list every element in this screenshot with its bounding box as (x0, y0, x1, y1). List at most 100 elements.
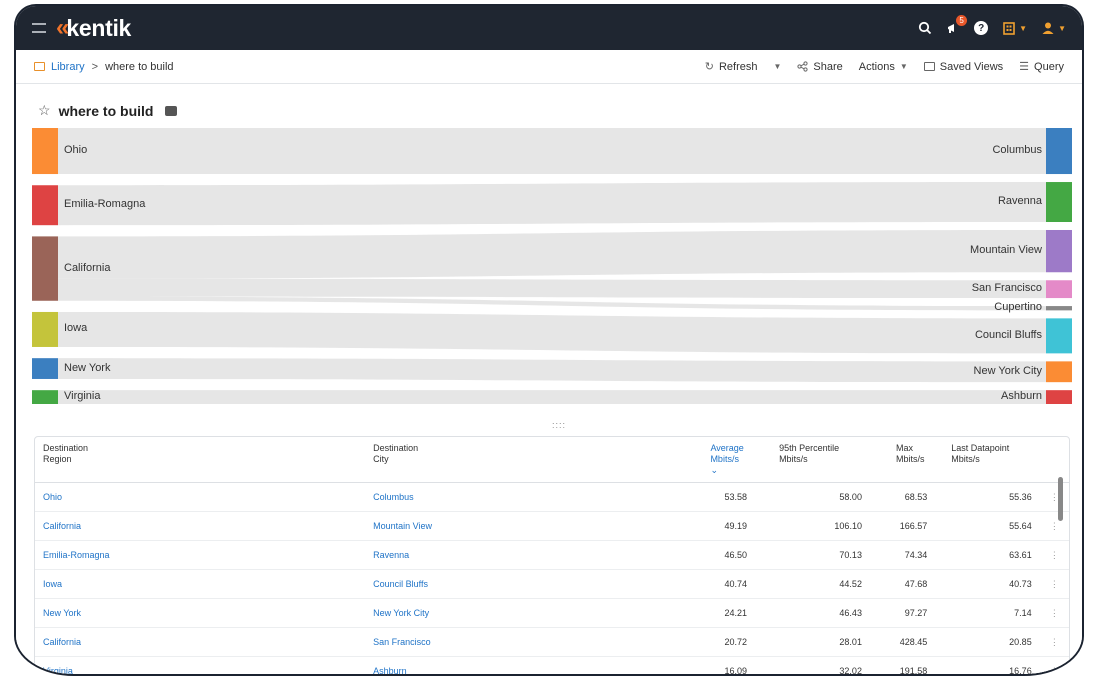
cell-average: 53.58 (678, 482, 756, 512)
comment-icon[interactable] (165, 105, 178, 116)
sankey-node[interactable] (32, 311, 58, 347)
cell-destination-region[interactable]: Ohio (35, 482, 366, 512)
header-title: Last Datapoint (951, 443, 1010, 453)
table-row[interactable]: New York New York City 24.21 46.43 97.27 7.14… (35, 598, 1069, 628)
table-scrollbar[interactable] (1058, 477, 1063, 521)
refresh-interval-dropdown[interactable]: ▼ (773, 62, 781, 71)
cell-95th-percentile: 70.13 (755, 540, 870, 570)
table-row[interactable]: Iowa Council Bluffs 40.74 44.52 47.68 40.73 ⋮ (35, 569, 1069, 599)
sankey-node[interactable] (1046, 182, 1072, 222)
sankey-node[interactable] (32, 185, 58, 226)
header-sub: Mbits/s ⌄ (710, 454, 747, 476)
cell-destination-region[interactable]: New York (35, 598, 366, 628)
sankey-node-label: Ashburn (1001, 390, 1042, 403)
share-button[interactable]: Share (797, 60, 843, 73)
sankey-node-label: Mountain View (970, 244, 1042, 257)
cell-destination-region[interactable]: Emilia-Romagna (35, 540, 366, 570)
resize-handle-icon[interactable]: :::: (552, 420, 566, 430)
row-menu-icon[interactable]: ⋮ (1039, 540, 1069, 570)
sankey-node[interactable] (1046, 128, 1072, 175)
sankey-node[interactable] (1046, 306, 1072, 311)
header-max[interactable]: Max Mbits/s (869, 437, 936, 483)
user-menu[interactable]: ▼ (1041, 21, 1066, 35)
cell-destination-region[interactable]: Virginia (35, 656, 366, 674)
row-menu-icon[interactable]: ⋮ (1039, 511, 1069, 541)
cell-destination-city[interactable]: Mountain View (365, 511, 679, 541)
cell-max: 74.34 (869, 540, 936, 570)
sankey-node[interactable] (32, 358, 58, 379)
search-icon[interactable] (918, 21, 932, 35)
header-spacer (1039, 437, 1069, 483)
sankey-link[interactable] (58, 358, 1046, 383)
org-switcher[interactable]: ▼ (1002, 21, 1027, 35)
table-row[interactable]: Virginia Ashburn 16.09 32.02 191.58 16.76 ⋮ (35, 656, 1069, 674)
table-body: Ohio Columbus 53.58 58.00 68.53 55.36 ⋮ Califor… (35, 482, 1069, 674)
sankey-node-label: Cupertino (994, 301, 1042, 314)
sankey-link[interactable] (58, 128, 1046, 175)
sankey-node[interactable] (1046, 280, 1072, 299)
cell-95th-percentile: 28.01 (755, 627, 870, 657)
header-average[interactable]: Average Mbits/s ⌄ (678, 437, 756, 483)
cell-destination-city[interactable]: Ravenna (365, 540, 679, 570)
sankey-link[interactable] (58, 296, 1046, 311)
notifications-icon[interactable]: 5 (946, 15, 968, 35)
kentik-logo[interactable]: « kentik (56, 14, 131, 42)
sankey-link[interactable] (58, 182, 1046, 226)
actions-dropdown[interactable]: Actions ▼ (859, 61, 908, 73)
folder-icon (923, 62, 935, 71)
table-row[interactable]: Emilia-Romagna Ravenna 46.50 70.13 74.34 63.6… (35, 540, 1069, 570)
top-navbar: « kentik 5 ? ▼ ▼ (16, 6, 1082, 50)
cell-last-datapoint: 55.36 (935, 482, 1040, 512)
title-row: ☆ where to build (38, 102, 178, 119)
sankey-link[interactable] (58, 390, 1046, 404)
row-menu-icon[interactable]: ⋮ (1039, 627, 1069, 657)
help-icon[interactable]: ? (974, 21, 989, 35)
saved-views-button[interactable]: Saved Views (923, 61, 1003, 73)
sankey-node[interactable] (1046, 318, 1072, 354)
main-content: ☆ where to build Ohio Emilia-Romagna Calif… (16, 84, 1082, 674)
query-button[interactable]: ☰ Query (1019, 60, 1064, 74)
sankey-node[interactable] (32, 128, 58, 175)
share-label: Share (813, 60, 843, 73)
table-row[interactable]: Ohio Columbus 53.58 58.00 68.53 55.36 ⋮ (35, 482, 1069, 512)
sankey-node[interactable] (32, 236, 58, 301)
sankey-node[interactable] (1046, 229, 1072, 273)
sankey-node[interactable] (1046, 390, 1072, 404)
menu-icon[interactable] (32, 23, 46, 33)
notification-badge: 5 (956, 15, 968, 26)
refresh-button[interactable]: ↻ Refresh (705, 60, 758, 74)
cell-destination-city[interactable]: San Francisco (365, 627, 679, 657)
row-menu-icon[interactable]: ⋮ (1039, 482, 1069, 512)
sankey-node-label: Emilia-Romagna (64, 198, 146, 211)
cell-average: 40.74 (678, 569, 756, 599)
header-95th-percentile[interactable]: 95th Percentile Mbits/s (755, 437, 870, 483)
sankey-link[interactable] (58, 278, 1046, 299)
cell-95th-percentile: 58.00 (755, 482, 870, 512)
sankey-link[interactable] (58, 311, 1046, 354)
sankey-node[interactable] (32, 390, 58, 404)
cell-average: 20.72 (678, 627, 756, 657)
cell-destination-city[interactable]: New York City (365, 598, 679, 628)
cell-destination-region[interactable]: California (35, 511, 366, 541)
star-icon[interactable]: ☆ (38, 102, 51, 119)
sankey-node-label: Columbus (992, 144, 1042, 157)
cell-destination-region[interactable]: California (35, 627, 366, 657)
cell-destination-city[interactable]: Council Bluffs (365, 569, 679, 599)
row-menu-icon[interactable]: ⋮ (1039, 569, 1069, 599)
page-title: where to build (58, 102, 154, 119)
sankey-node[interactable] (1046, 361, 1072, 383)
cell-destination-city[interactable]: Columbus (365, 482, 679, 512)
cell-average: 46.50 (678, 540, 756, 570)
row-menu-icon[interactable]: ⋮ (1039, 656, 1069, 674)
breadcrumb-library[interactable]: Library (34, 61, 85, 73)
header-destination-city[interactable]: Destination City (365, 437, 679, 483)
sankey-link[interactable] (58, 229, 1046, 279)
actions-label: Actions (858, 60, 895, 73)
header-destination-region[interactable]: Destination Region (35, 437, 366, 483)
table-row[interactable]: California Mountain View 49.19 106.10 166.57… (35, 511, 1069, 541)
row-menu-icon[interactable]: ⋮ (1039, 598, 1069, 628)
cell-destination-city[interactable]: Ashburn (365, 656, 679, 674)
cell-destination-region[interactable]: Iowa (35, 569, 366, 599)
header-last-datapoint[interactable]: Last Datapoint Mbits/s (935, 437, 1040, 483)
table-row[interactable]: California San Francisco 20.72 28.01 428.45 2… (35, 627, 1069, 657)
